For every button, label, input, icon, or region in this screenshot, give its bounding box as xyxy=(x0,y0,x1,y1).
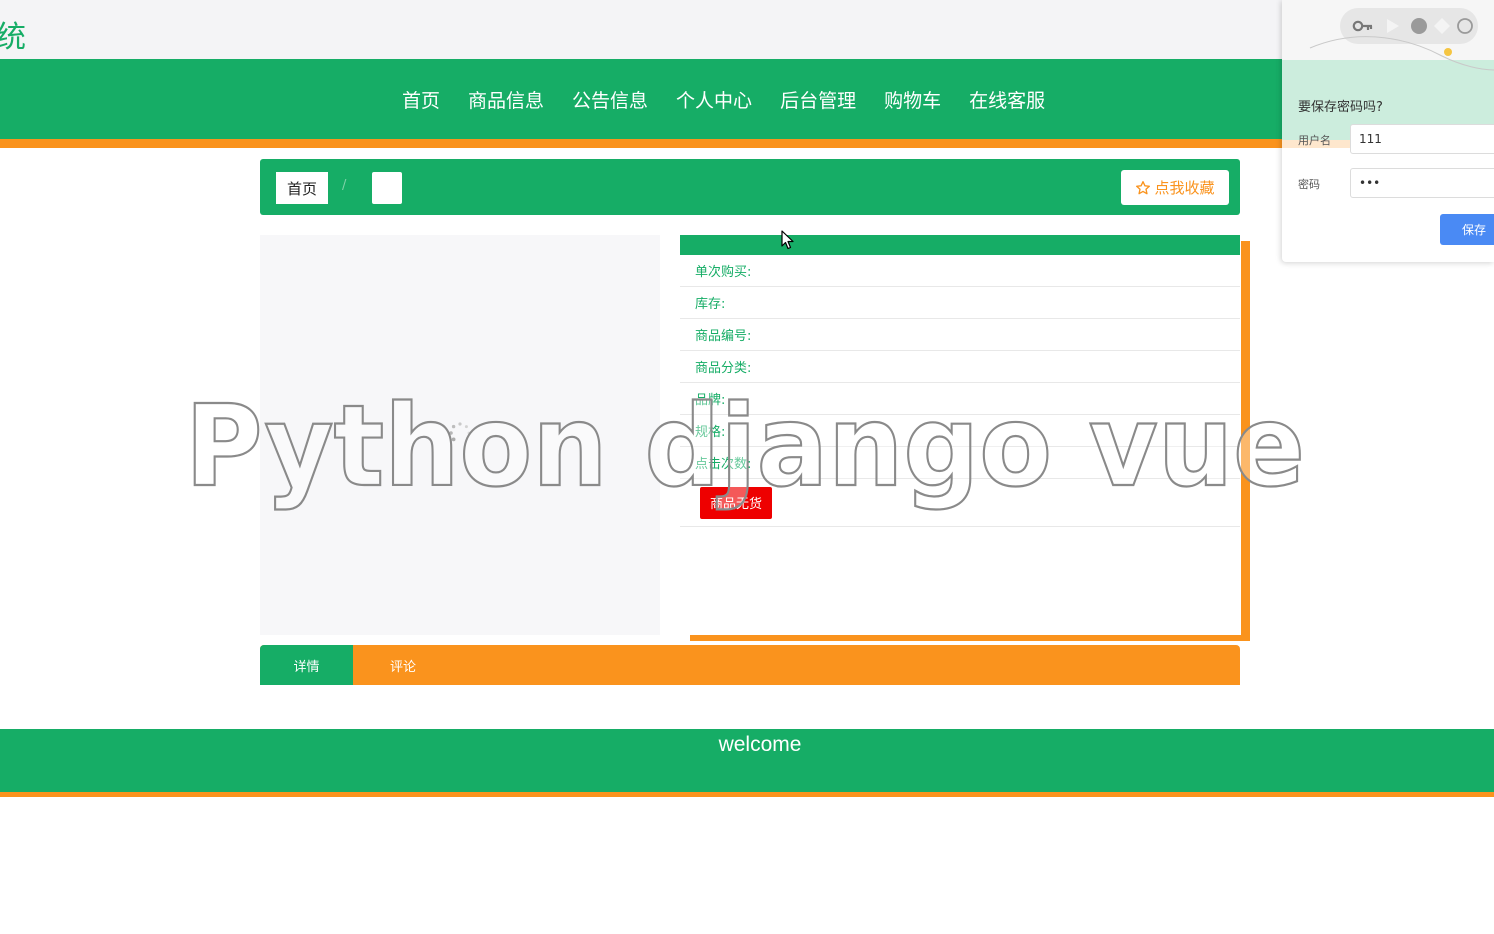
breadcrumb-current xyxy=(372,172,402,204)
username-label: 用户名 xyxy=(1298,134,1331,147)
breadcrumb-separator: / xyxy=(342,178,347,193)
nav-items: 首页 商品信息 公告信息 个人中心 后台管理 购物车 在线客服 xyxy=(388,59,1059,139)
detail-row-product-number: 商品编号: xyxy=(680,319,1240,351)
detail-label: 单次购买: xyxy=(695,265,752,280)
username-field[interactable]: 111 xyxy=(1350,124,1494,154)
loading-spinner-icon xyxy=(449,422,471,442)
footer-divider xyxy=(0,792,1494,797)
site-title: 统 xyxy=(0,20,26,55)
nav-item-home[interactable]: 首页 xyxy=(388,86,454,113)
detail-label: 商品分类: xyxy=(695,361,752,376)
decorative-curve xyxy=(1309,36,1494,71)
detail-tabs: 详情 评论 xyxy=(260,645,1240,685)
detail-row-clicks: 点击次数: xyxy=(680,447,1240,479)
product-detail-list: 单次购买: 库存: 商品编号: 商品分类: 品牌: 规格: 点击次数: 商品无货 xyxy=(680,255,1240,527)
star-outline-icon xyxy=(1136,180,1151,194)
detail-row-category: 商品分类: xyxy=(680,351,1240,383)
top-header-strip: 统 xyxy=(0,0,1494,59)
detail-label: 规格: xyxy=(695,425,726,440)
nav-item-admin[interactable]: 后台管理 xyxy=(766,86,870,113)
tab-details[interactable]: 详情 xyxy=(260,645,353,685)
nav-item-products[interactable]: 商品信息 xyxy=(454,86,558,113)
soldout-button[interactable]: 商品无货 xyxy=(700,486,773,519)
detail-panel-header xyxy=(680,235,1240,255)
save-password-button[interactable]: 保存 xyxy=(1440,214,1494,245)
favorite-button-label: 点我收藏 xyxy=(1154,179,1215,197)
footer: welcome xyxy=(0,729,1494,792)
main-nav: 首页 商品信息 公告信息 个人中心 后台管理 购物车 在线客服 xyxy=(0,59,1494,139)
password-field[interactable]: ••• xyxy=(1350,168,1494,198)
nav-item-profile[interactable]: 个人中心 xyxy=(662,86,766,113)
save-password-popup: 要保存密码吗? 用户名 111 密码 ••• 保存 xyxy=(1282,0,1494,262)
detail-row-brand: 品牌: xyxy=(680,383,1240,415)
detail-row-stock: 库存: xyxy=(680,287,1240,319)
breadcrumb-home[interactable]: 首页 xyxy=(276,172,328,204)
detail-row-action: 商品无货 xyxy=(680,479,1240,527)
favorite-button[interactable]: 点我收藏 xyxy=(1121,170,1229,205)
popup-title: 要保存密码吗? xyxy=(1298,100,1383,115)
detail-label: 点击次数: xyxy=(695,457,752,472)
nav-item-support[interactable]: 在线客服 xyxy=(955,86,1059,113)
mouse-cursor-icon xyxy=(781,230,794,250)
detail-row-purchase-limit: 单次购买: xyxy=(680,255,1240,287)
detail-label: 商品编号: xyxy=(695,329,752,344)
breadcrumb: 首页 / 点我收藏 xyxy=(260,159,1240,215)
nav-divider xyxy=(0,139,1494,148)
detail-row-spec: 规格: xyxy=(680,415,1240,447)
footer-welcome: welcome xyxy=(718,733,802,756)
tab-comments[interactable]: 评论 xyxy=(353,645,453,685)
nav-item-cart[interactable]: 购物车 xyxy=(870,86,955,113)
product-image xyxy=(260,235,660,635)
detail-label: 库存: xyxy=(695,297,726,312)
nav-item-notices[interactable]: 公告信息 xyxy=(558,86,662,113)
password-label: 密码 xyxy=(1298,178,1320,191)
detail-label: 品牌: xyxy=(695,393,726,408)
